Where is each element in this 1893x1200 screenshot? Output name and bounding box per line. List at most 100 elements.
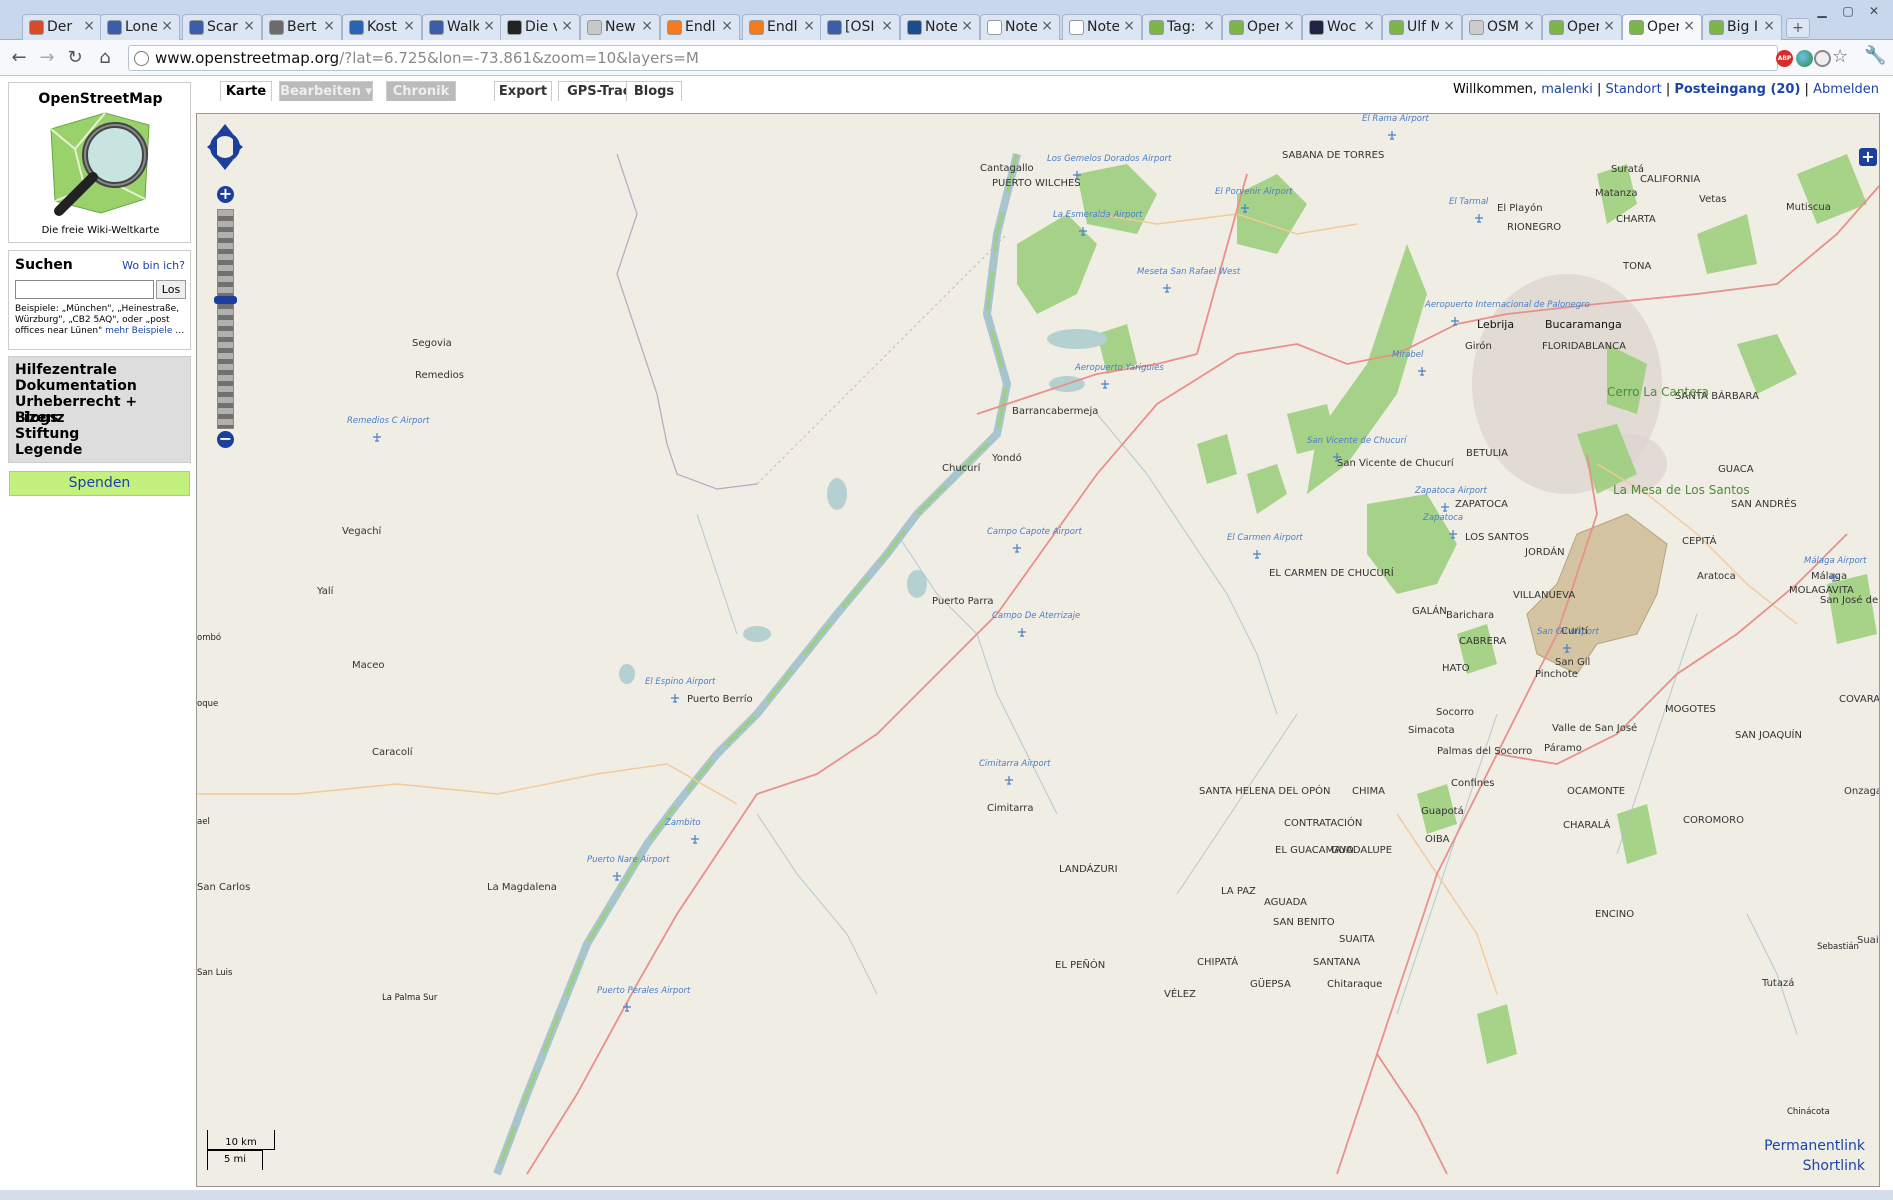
- tab-close-icon[interactable]: ×: [803, 18, 815, 34]
- tab-close-icon[interactable]: ×: [721, 18, 733, 34]
- zoom-slider-handle[interactable]: [214, 296, 237, 304]
- menu-blogs[interactable]: Blogs: [15, 410, 58, 426]
- browser-tab[interactable]: Kost ×: [342, 14, 422, 40]
- reload-icon[interactable]: ↻: [64, 47, 86, 69]
- browser-tab[interactable]: Note ×: [900, 14, 980, 40]
- browser-tab[interactable]: Note ×: [1062, 14, 1142, 40]
- browser-tab[interactable]: Bert ×: [262, 14, 342, 40]
- tab-close-icon[interactable]: ×: [1123, 18, 1135, 34]
- search-hint-ellipsis: …: [175, 326, 185, 336]
- browser-tab[interactable]: Walk ×: [422, 14, 502, 40]
- edge-place-label: La Palma Sur: [382, 993, 438, 1003]
- donate-button[interactable]: Spenden: [9, 471, 190, 496]
- browser-tab[interactable]: Endl ×: [660, 14, 740, 40]
- tab-export[interactable]: Export: [494, 81, 552, 101]
- tab-close-icon[interactable]: ×: [83, 18, 95, 34]
- extension-globe-icon[interactable]: [1796, 50, 1813, 67]
- zoom-out-icon[interactable]: −: [217, 431, 234, 448]
- browser-tab[interactable]: Ulf M×: [1382, 14, 1462, 40]
- menu-help-center[interactable]: Hilfezentrale: [15, 362, 117, 378]
- tab-close-icon[interactable]: ×: [641, 18, 653, 34]
- browser-tab[interactable]: OSM ×: [1462, 14, 1542, 40]
- tab-close-icon[interactable]: ×: [1041, 18, 1053, 34]
- tab-close-icon[interactable]: ×: [881, 18, 893, 34]
- tab-close-icon[interactable]: ×: [1763, 18, 1775, 34]
- place-label: Matanza: [1595, 188, 1638, 199]
- close-window-icon[interactable]: ✕: [1862, 4, 1886, 20]
- home-icon[interactable]: ⌂: [94, 47, 116, 69]
- tab-close-icon[interactable]: ×: [1203, 18, 1215, 34]
- place-label: SAN JOAQUÍN: [1735, 728, 1802, 741]
- tab-close-icon[interactable]: ×: [483, 18, 495, 34]
- place-label: San Gil: [1555, 657, 1590, 668]
- tab-close-icon[interactable]: ×: [1283, 18, 1295, 34]
- address-bar[interactable]: www.openstreetmap.org/?lat=6.725&lon=-73…: [128, 45, 1778, 71]
- zoom-bar[interactable]: [217, 209, 234, 429]
- wrench-icon[interactable]: 🔧: [1864, 45, 1886, 66]
- menu-foundation[interactable]: Stiftung: [15, 426, 79, 442]
- menu-legend[interactable]: Legende: [15, 442, 82, 458]
- tab-close-icon[interactable]: ×: [403, 18, 415, 34]
- more-examples-link[interactable]: mehr Beispiele: [105, 326, 172, 336]
- tab-close-icon[interactable]: ×: [561, 18, 573, 34]
- browser-tab[interactable]: New ×: [580, 14, 660, 40]
- browser-tab[interactable]: Lone ×: [100, 14, 180, 40]
- tab-map[interactable]: Karte: [220, 81, 272, 101]
- search-button[interactable]: Los: [156, 280, 186, 299]
- tab-favicon-icon: [1069, 20, 1084, 35]
- url-text[interactable]: www.openstreetmap.org/?lat=6.725&lon=-73…: [155, 49, 699, 67]
- logo-box[interactable]: OpenStreetMap Die freie Wiki-Weltkarte: [8, 82, 191, 243]
- layer-switcher-icon[interactable]: +: [1859, 148, 1877, 166]
- tab-blogs[interactable]: Blogs: [626, 81, 682, 101]
- tab-history[interactable]: Chronik: [386, 81, 456, 101]
- browser-tab[interactable]: Der ×: [22, 14, 102, 40]
- browser-tab[interactable]: Oper ×: [1622, 14, 1702, 40]
- place-label: SANTA HELENA DEL OPÓN: [1199, 784, 1330, 797]
- zoom-in-icon[interactable]: +: [217, 186, 234, 203]
- tab-edit[interactable]: Bearbeiten ▾: [279, 81, 373, 101]
- tab-close-icon[interactable]: ×: [1603, 18, 1615, 34]
- forward-icon[interactable]: →: [36, 47, 58, 69]
- place-label: Málaga: [1811, 570, 1847, 582]
- inbox-link[interactable]: Posteingang (20): [1674, 82, 1800, 97]
- minimize-icon[interactable]: ▁: [1810, 4, 1834, 20]
- browser-tab[interactable]: Endl ×: [742, 14, 822, 40]
- back-icon[interactable]: ←: [8, 47, 30, 69]
- tab-close-icon[interactable]: ×: [1443, 18, 1455, 34]
- adblock-icon[interactable]: ABP: [1776, 50, 1793, 67]
- browser-tab[interactable]: Scar ×: [182, 14, 262, 40]
- browser-tab[interactable]: [OSI ×: [820, 14, 900, 40]
- tab-close-icon[interactable]: ×: [1683, 18, 1695, 34]
- logout-link[interactable]: Abmelden: [1813, 82, 1879, 97]
- browser-tab[interactable]: Big I ×: [1702, 14, 1782, 40]
- browser-tab[interactable]: Oper ×: [1542, 14, 1622, 40]
- maximize-icon[interactable]: ▢: [1836, 4, 1860, 20]
- extension-gray-icon[interactable]: [1814, 50, 1831, 67]
- search-input[interactable]: [15, 280, 154, 299]
- tab-title: Bert: [287, 19, 317, 35]
- location-link[interactable]: Standort: [1605, 82, 1661, 97]
- browser-tab[interactable]: Tag: ×: [1142, 14, 1222, 40]
- tab-close-icon[interactable]: ×: [961, 18, 973, 34]
- browser-tab[interactable]: Die v×: [500, 14, 580, 40]
- pan-arrows-icon[interactable]: [205, 122, 245, 172]
- tab-close-icon[interactable]: ×: [161, 18, 173, 34]
- tab-close-icon[interactable]: ×: [243, 18, 255, 34]
- where-am-i-link[interactable]: Wo bin ich?: [122, 259, 185, 272]
- place-label: ENCINO: [1595, 909, 1634, 920]
- new-tab-button[interactable]: +: [1786, 18, 1810, 38]
- tab-close-icon[interactable]: ×: [1363, 18, 1375, 34]
- browser-tab[interactable]: Woc ×: [1302, 14, 1382, 40]
- bookmark-star-icon[interactable]: ☆: [1832, 46, 1848, 67]
- username-link[interactable]: malenki: [1541, 82, 1593, 97]
- tab-close-icon[interactable]: ×: [323, 18, 335, 34]
- tab-close-icon[interactable]: ×: [1523, 18, 1535, 34]
- permalink[interactable]: Permanentlink: [1764, 1138, 1865, 1154]
- browser-tab[interactable]: Oper ×: [1222, 14, 1302, 40]
- map-canvas[interactable]: Cantagallo PUERTO WILCHES SABANA DE TORRES…: [196, 113, 1880, 1187]
- place-label: Puerto Parra: [932, 596, 994, 607]
- menu-documentation[interactable]: Dokumentation: [15, 378, 137, 394]
- browser-tab[interactable]: Note ×: [980, 14, 1060, 40]
- airport-label: Zapatoca: [1422, 513, 1463, 523]
- shortlink[interactable]: Shortlink: [1803, 1158, 1865, 1174]
